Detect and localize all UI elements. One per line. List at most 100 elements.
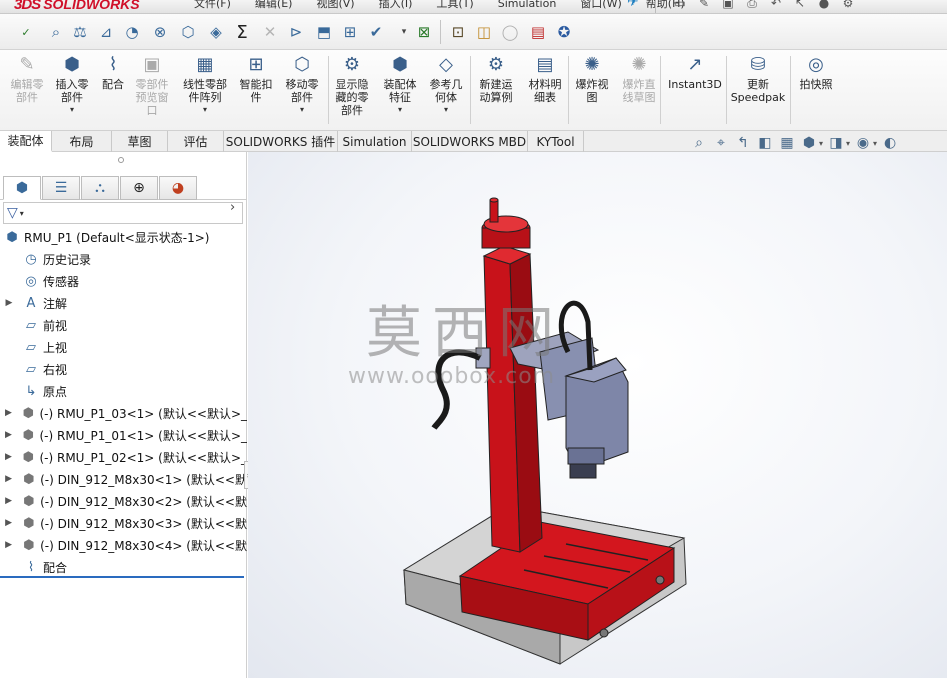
zoom-to-fit-icon[interactable]: ⌕	[690, 134, 708, 152]
tree-item[interactable]: ↳ 原点	[0, 380, 247, 402]
dimxpert-tab-icon[interactable]: ⊕	[120, 176, 158, 200]
menu-item[interactable]: 视图(V)	[304, 0, 366, 11]
tree-item[interactable]: ▶ ⬢ (-) DIN_912_M8x30<4> (默认<<默	[0, 534, 247, 556]
ribbon-button[interactable]: ✎ 编辑零 部件	[8, 52, 46, 105]
view-orientation-icon[interactable]: ⬢	[800, 134, 818, 152]
tree-filter[interactable]: ▽ ▾	[3, 202, 243, 224]
interference-icon[interactable]: ◈	[206, 22, 226, 42]
ribbon-button[interactable]: ▣ 零部件 预览窗 口	[132, 52, 172, 118]
compare-icon[interactable]: ✪	[554, 22, 574, 42]
panel-collapse-handle[interactable]	[118, 157, 124, 163]
print-icon[interactable]: ⎙	[744, 0, 760, 11]
ribbon-button[interactable]: ◇ 参考几 何体 ▾	[424, 52, 468, 115]
dropdown-arrow-icon[interactable]: ▾	[873, 139, 877, 148]
tree-item[interactable]: ▱ 右视	[0, 358, 247, 380]
options-icon[interactable]: ⚙	[840, 0, 856, 11]
menu-item[interactable]: 文件(F)	[182, 0, 243, 11]
tab-item[interactable]: KYTool	[528, 131, 584, 152]
equations-sigma-icon[interactable]: Σ	[232, 22, 252, 43]
dropdown-arrow-icon[interactable]: ▾	[70, 105, 74, 114]
pin-icon[interactable]: ✈	[627, 0, 639, 10]
dynamic-annotation-icon[interactable]: ▦	[778, 134, 796, 152]
edit-appearance-icon[interactable]: ◐	[881, 134, 899, 152]
section-properties-icon[interactable]: ⊿	[96, 22, 116, 42]
expand-arrow-icon[interactable]: ▶	[4, 540, 13, 550]
costing-icon[interactable]: ◫	[474, 22, 494, 42]
ribbon-button[interactable]: ⊞ 智能扣 件	[236, 52, 276, 105]
tab-item[interactable]: 装配体	[0, 131, 52, 152]
ribbon-button[interactable]: ⬡ 移动零 部件 ▾	[280, 52, 324, 115]
tree-item[interactable]: ▱ 前视	[0, 314, 247, 336]
open-document-icon[interactable]: ✎	[696, 0, 712, 11]
dropdown-arrow-icon[interactable]: ▾	[394, 22, 414, 42]
graphics-area[interactable]: 莫西网 www.ooobox.com	[248, 152, 947, 678]
ribbon-button[interactable]: ✺ 爆炸直 线草图	[616, 52, 662, 105]
measure-icon[interactable]: ⌕	[46, 22, 66, 42]
simplify-icon[interactable]: ⊡	[448, 22, 468, 42]
traffic-light-icon[interactable]: ●	[816, 0, 832, 11]
ribbon-button[interactable]: ⛁ 更新 Speedpak	[730, 52, 786, 105]
expand-arrow-icon[interactable]: ▶	[4, 298, 14, 308]
tab-item[interactable]: SOLIDWORKS 插件	[224, 131, 338, 152]
performance-icon[interactable]: ◔	[122, 22, 142, 42]
expand-arrow-icon[interactable]: ▶	[4, 430, 13, 440]
dropdown-arrow-icon[interactable]: ▾	[300, 105, 304, 114]
ribbon-button[interactable]: ⬢ 装配体 特征 ▾	[378, 52, 422, 115]
select-cursor-icon[interactable]: ↖	[792, 0, 808, 11]
curvature-icon[interactable]: ⊳	[286, 22, 306, 42]
design-study-icon[interactable]: ⊗	[150, 22, 170, 42]
expand-arrow-icon[interactable]: ▶	[4, 496, 13, 506]
tree-item[interactable]: ⌇ 配合	[0, 556, 247, 578]
hide-show-items-icon[interactable]: ◉	[854, 134, 872, 152]
symmetry-check-icon[interactable]: ⬒	[314, 22, 334, 42]
draft-analysis-icon[interactable]: ⊞	[340, 22, 360, 42]
zoom-to-area-icon[interactable]: ⌖	[712, 134, 730, 152]
dropdown-arrow-icon[interactable]: ▾	[846, 139, 850, 148]
section-view-icon[interactable]: ◧	[756, 134, 774, 152]
tree-item[interactable]: ◎ 传感器	[0, 270, 247, 292]
check-assembly-icon[interactable]: ⬡	[178, 22, 198, 42]
menu-item[interactable]: 编辑(E)	[243, 0, 305, 11]
tree-item[interactable]: ▶ ⬢ (-) RMU_P1_02<1> (默认<<默认>_	[0, 446, 247, 468]
tree-item[interactable]: ▶ ⬢ (-) DIN_912_M8x30<1> (默认<<默	[0, 468, 247, 490]
expand-arrow-icon[interactable]: ▶	[4, 474, 13, 484]
spell-check-icon[interactable]: ✓	[16, 22, 36, 42]
configuration-manager-tab-icon[interactable]: ⛬	[81, 176, 119, 200]
ms-word-icon[interactable]: ▤	[528, 22, 548, 42]
tree-item[interactable]: ▱ 上视	[0, 336, 247, 358]
save-icon[interactable]: ▣	[720, 0, 736, 11]
ribbon-button[interactable]: ⚙ 新建运 动算例	[474, 52, 518, 105]
export-excel-icon[interactable]: ⊠	[414, 22, 434, 42]
new-document-icon[interactable]: ▭	[672, 0, 688, 11]
expand-arrow-icon[interactable]: ▶	[4, 518, 13, 528]
mass-properties-icon[interactable]: ⚖	[70, 22, 90, 42]
menu-item[interactable]: 插入(I)	[367, 0, 425, 11]
display-style-icon[interactable]: ◨	[827, 134, 845, 152]
tab-item[interactable]: Simulation	[338, 131, 412, 152]
display-manager-tab-icon[interactable]: ◕	[159, 176, 197, 200]
expand-arrow-icon[interactable]: ▶	[4, 408, 13, 418]
dropdown-arrow-icon[interactable]: ▾	[203, 105, 207, 114]
menu-item[interactable]: Simulation	[486, 0, 569, 10]
dropdown-arrow-icon[interactable]: ▾	[398, 105, 402, 114]
tree-item[interactable]: ▶ ⬢ (-) RMU_P1_03<1> (默认<<默认>_	[0, 402, 247, 424]
previous-view-icon[interactable]: ↰	[734, 134, 752, 152]
ribbon-button[interactable]: ✺ 爆炸视 图	[570, 52, 614, 105]
tab-item[interactable]: 评估	[168, 131, 224, 152]
menu-item[interactable]: 窗口(W)	[568, 0, 633, 11]
feature-manager-tab-icon[interactable]: ⬢	[3, 176, 41, 200]
dropdown-arrow-icon[interactable]: ▾	[819, 139, 823, 148]
menu-item[interactable]: 工具(T)	[424, 0, 485, 11]
tree-item[interactable]: ▶ ⬢ (-) DIN_912_M8x30<3> (默认<<默	[0, 512, 247, 534]
ribbon-button[interactable]: ▤ 材料明 细表	[524, 52, 566, 105]
ribbon-button[interactable]: ↗ Instant3D	[666, 52, 724, 92]
expand-arrow-icon[interactable]: ▶	[4, 452, 13, 462]
tree-item[interactable]: ▶ ⬢ (-) RMU_P1_01<1> (默认<<默认>_	[0, 424, 247, 446]
check-icon[interactable]: ✔	[366, 22, 386, 42]
tree-root-assembly[interactable]: ⬢ RMU_P1 (Default<显示状态-1>)	[0, 226, 247, 248]
tree-item[interactable]: ▶ ⬢ (-) DIN_912_M8x30<2> (默认<<默	[0, 490, 247, 512]
ribbon-button[interactable]: ⚙ 显示隐 藏的零 部件	[330, 52, 374, 118]
tab-item[interactable]: 布局	[52, 131, 112, 152]
ribbon-button[interactable]: ⬢ 插入零 部件 ▾	[50, 52, 94, 115]
tree-item[interactable]: ◷ 历史记录	[0, 248, 247, 270]
